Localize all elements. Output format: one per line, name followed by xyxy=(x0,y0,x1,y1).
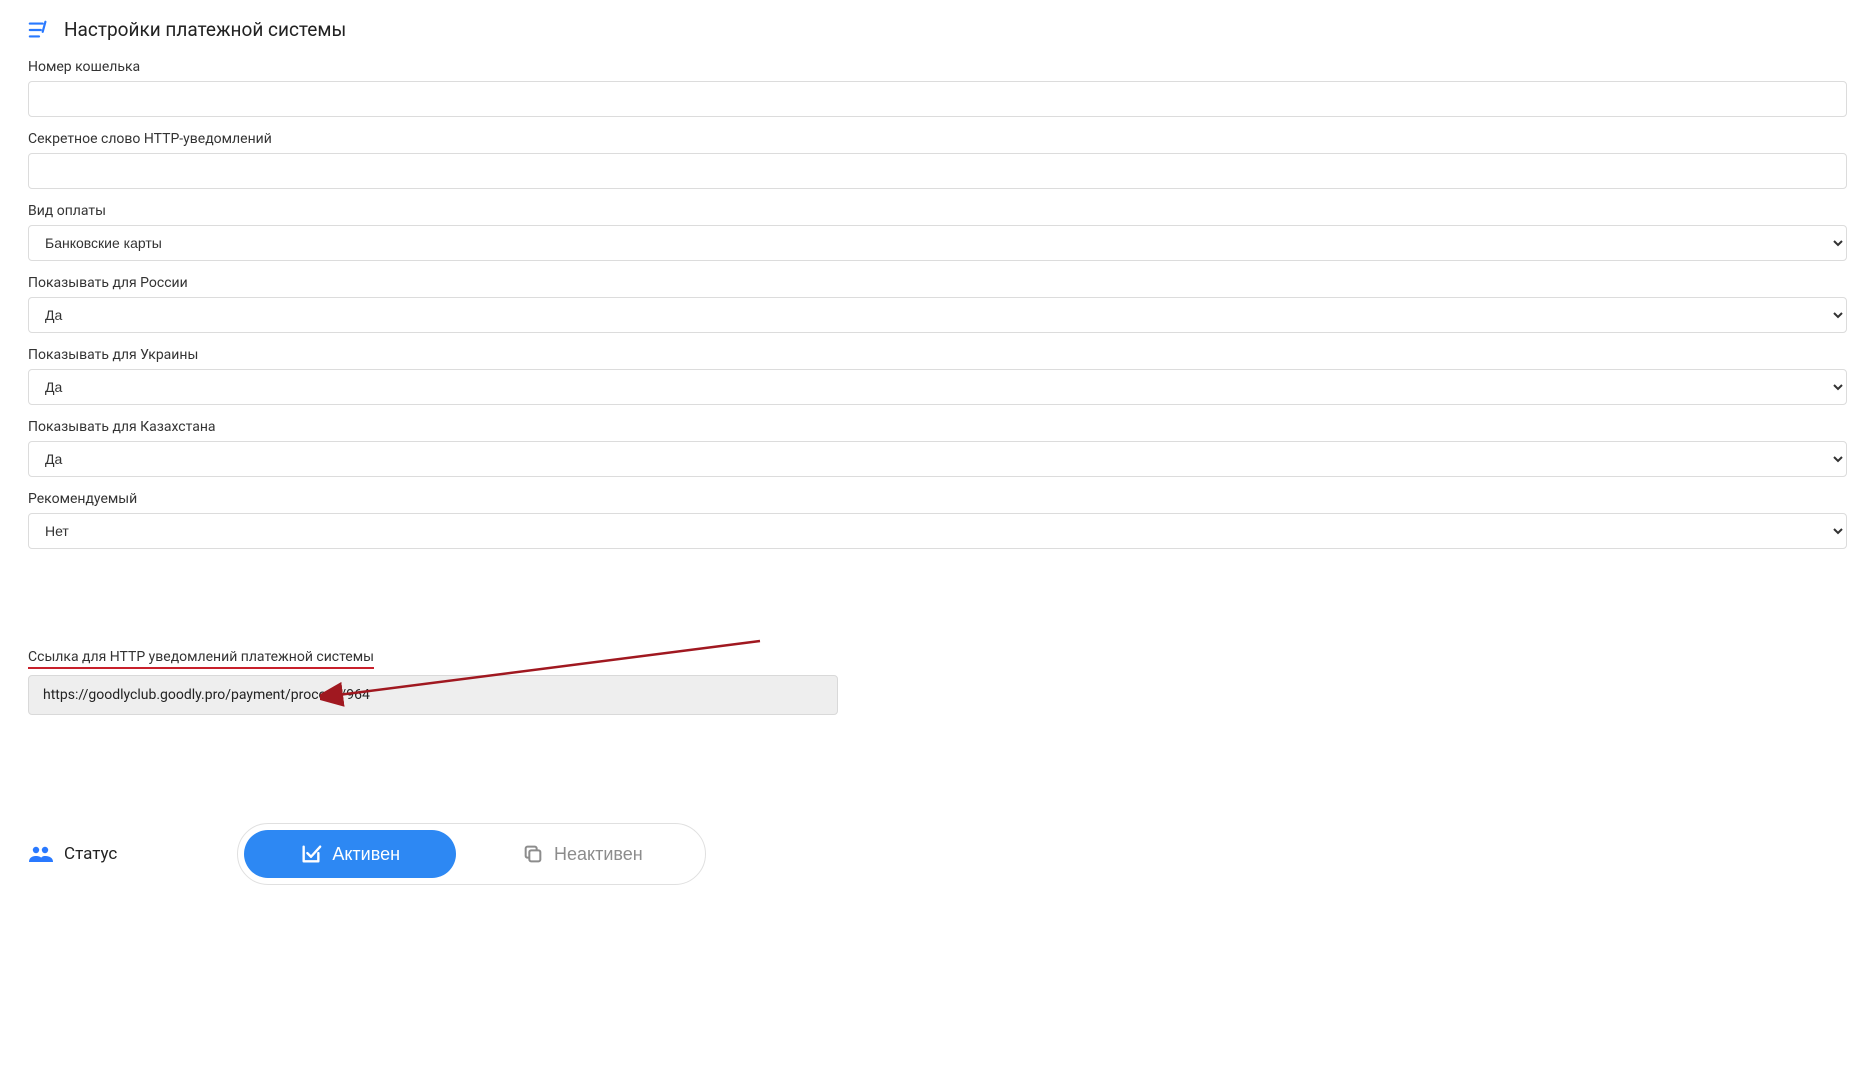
status-inactive-button[interactable]: Неактивен xyxy=(466,830,699,878)
status-active-button[interactable]: Активен xyxy=(244,830,456,878)
section-title: Настройки платежной системы xyxy=(64,18,346,41)
check-icon xyxy=(300,843,322,865)
status-active-label: Активен xyxy=(332,844,400,865)
group-icon xyxy=(28,843,54,865)
http-notify-section: Ссылка для HTTP уведомлений платежной си… xyxy=(0,633,1875,747)
field-wallet-number: Номер кошелька xyxy=(28,59,1847,117)
status-toggle: Активен Неактивен xyxy=(237,823,705,885)
field-label: Показывать для Казахстана xyxy=(28,419,1847,435)
field-recommended: Рекомендуемый Нет xyxy=(28,491,1847,549)
field-label: Показывать для России xyxy=(28,275,1847,291)
show-kazakhstan-select[interactable]: Да xyxy=(28,441,1847,477)
status-heading: Статус xyxy=(28,843,117,865)
notify-url-text: https://goodlyclub.goodly.pro/payment/pr… xyxy=(43,687,370,703)
secret-word-input[interactable] xyxy=(28,153,1847,189)
field-label: Рекомендуемый xyxy=(28,491,1847,507)
field-show-ukraine: Показывать для Украины Да xyxy=(28,347,1847,405)
field-label: Секретное слово HTTP-уведомлений xyxy=(28,131,1847,147)
field-show-russia: Показывать для России Да xyxy=(28,275,1847,333)
section-header: Настройки платежной системы xyxy=(28,18,1847,41)
show-ukraine-select[interactable]: Да xyxy=(28,369,1847,405)
status-inactive-label: Неактивен xyxy=(554,844,643,865)
notify-url-label: Ссылка для HTTP уведомлений платежной си… xyxy=(28,649,374,669)
field-label: Показывать для Украины xyxy=(28,347,1847,363)
field-label: Вид оплаты xyxy=(28,203,1847,219)
field-secret-word: Секретное слово HTTP-уведомлений xyxy=(28,131,1847,189)
status-section: Статус Активен Неакт xyxy=(0,787,1875,905)
show-russia-select[interactable]: Да xyxy=(28,297,1847,333)
copy-icon xyxy=(522,843,544,865)
status-label: Статус xyxy=(64,844,117,864)
notify-url-value[interactable]: https://goodlyclub.goodly.pro/payment/pr… xyxy=(28,675,838,715)
field-show-kazakhstan: Показывать для Казахстана Да xyxy=(28,419,1847,477)
wallet-number-input[interactable] xyxy=(28,81,1847,117)
field-payment-type: Вид оплаты Банковские карты xyxy=(28,203,1847,261)
payment-type-select[interactable]: Банковские карты xyxy=(28,225,1847,261)
field-label: Номер кошелька xyxy=(28,59,1847,75)
recommended-select[interactable]: Нет xyxy=(28,513,1847,549)
settings-list-icon xyxy=(28,19,50,41)
payment-settings-section: Настройки платежной системы Номер кошель… xyxy=(0,0,1875,575)
